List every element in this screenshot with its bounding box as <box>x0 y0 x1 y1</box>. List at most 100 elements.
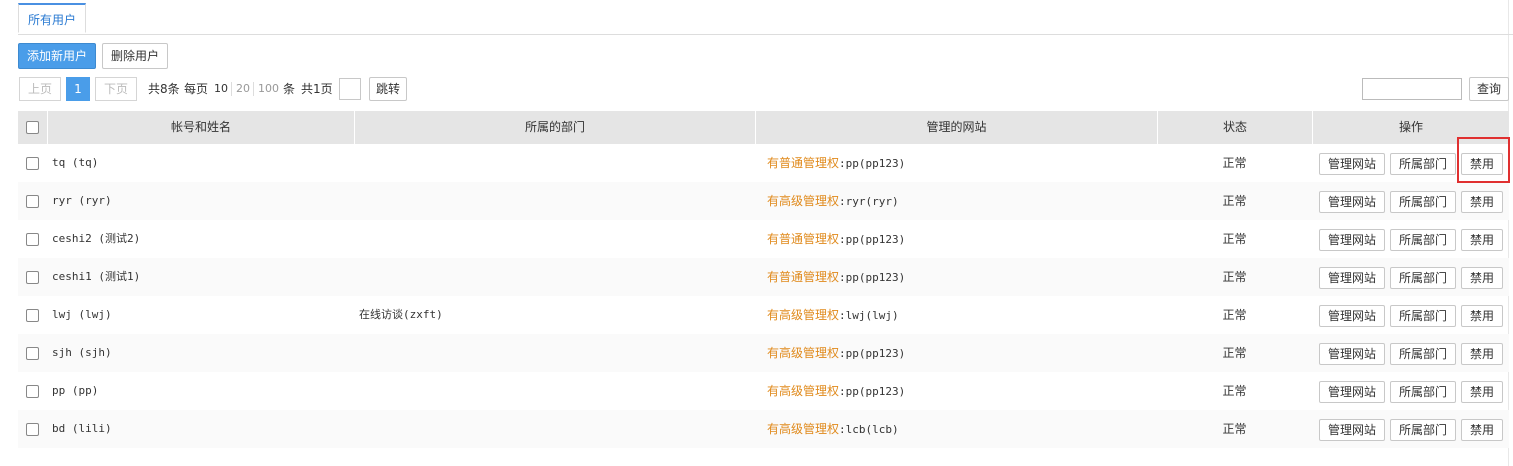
table-row: tq (tq) 有普通管理权:pp(pp123) 正常 管理网站 所属部门 禁用 <box>18 144 1509 182</box>
permission-label: 有普通管理权 <box>767 232 840 246</box>
sites-cell: 有高级管理权:pp(pp123) <box>767 372 905 410</box>
tab-bar: 所有用户 <box>18 3 1513 35</box>
pager-divider <box>253 82 254 96</box>
header-sites: 管理的网站 <box>755 111 1157 144</box>
department-cell: 在线访谈(zxft) <box>359 308 443 321</box>
status-cell: 正常 <box>1222 384 1247 398</box>
pager-total: 共8条 <box>148 82 180 96</box>
table-row: ryr (ryr) 有高级管理权:ryr(ryr) 正常 管理网站 所属部门 禁用 <box>18 182 1509 220</box>
department-button[interactable]: 所属部门 <box>1390 229 1456 251</box>
account-cell: ryr (ryr) <box>52 194 112 207</box>
status-cell: 正常 <box>1222 270 1247 284</box>
sites-cell: 有高级管理权:lwj(lwj) <box>767 296 899 334</box>
site-name: :lwj(lwj) <box>839 309 899 322</box>
header-actions: 操作 <box>1312 111 1509 144</box>
manage-sites-button[interactable]: 管理网站 <box>1319 153 1385 175</box>
sites-cell: 有高级管理权:lcb(lcb) <box>767 410 899 448</box>
permission-label: 有高级管理权 <box>767 384 840 398</box>
site-name: :pp(pp123) <box>839 271 906 284</box>
disable-button[interactable]: 禁用 <box>1461 153 1503 175</box>
site-name: :pp(pp123) <box>839 347 906 360</box>
disable-button[interactable]: 禁用 <box>1461 191 1503 213</box>
header-status: 状态 <box>1157 111 1312 144</box>
pager-per-page-label: 每页 <box>184 82 209 96</box>
status-cell: 正常 <box>1222 194 1247 208</box>
status-cell: 正常 <box>1222 232 1247 246</box>
account-cell: pp (pp) <box>52 384 99 397</box>
pager-next-button[interactable]: 下页 <box>95 77 137 101</box>
table-row: ceshi1 (测试1) 有普通管理权:pp(pp123) 正常 管理网站 所属部门 禁用 <box>18 258 1509 296</box>
permission-label: 有高级管理权 <box>767 308 840 322</box>
disable-button[interactable]: 禁用 <box>1461 305 1503 327</box>
disable-button[interactable]: 禁用 <box>1461 381 1503 403</box>
pager-pages: 共1页 <box>301 82 333 96</box>
account-cell: bd (lili) <box>52 422 112 435</box>
pager-divider <box>231 82 232 96</box>
row-checkbox[interactable] <box>26 385 39 398</box>
permission-label: 有普通管理权 <box>767 156 840 170</box>
department-button[interactable]: 所属部门 <box>1390 343 1456 365</box>
department-button[interactable]: 所属部门 <box>1390 191 1456 213</box>
manage-sites-button[interactable]: 管理网站 <box>1319 229 1385 251</box>
status-cell: 正常 <box>1222 308 1247 322</box>
table-row: bd (lili) 有高级管理权:lcb(lcb) 正常 管理网站 所属部门 禁用 <box>18 410 1509 448</box>
table-row: pp (pp) 有高级管理权:pp(pp123) 正常 管理网站 所属部门 禁用 <box>18 372 1509 410</box>
manage-sites-button[interactable]: 管理网站 <box>1319 343 1385 365</box>
select-all-checkbox[interactable] <box>26 121 39 134</box>
account-cell: ceshi2 (测试2) <box>52 232 141 245</box>
disable-button[interactable]: 禁用 <box>1461 419 1503 441</box>
status-cell: 正常 <box>1222 422 1247 436</box>
add-user-button[interactable]: 添加新用户 <box>18 43 96 69</box>
search-button[interactable]: 查询 <box>1469 77 1509 101</box>
pager-unit-label: 条 <box>283 82 296 96</box>
sites-cell: 有普通管理权:pp(pp123) <box>767 220 905 258</box>
row-checkbox[interactable] <box>26 233 39 246</box>
department-button[interactable]: 所属部门 <box>1390 419 1456 441</box>
disable-button[interactable]: 禁用 <box>1461 343 1503 365</box>
account-cell: tq (tq) <box>52 156 99 169</box>
pager-prev-button[interactable]: 上页 <box>19 77 61 101</box>
manage-sites-button[interactable]: 管理网站 <box>1319 381 1385 403</box>
row-checkbox[interactable] <box>26 195 39 208</box>
status-cell: 正常 <box>1222 346 1247 360</box>
header-select-cell <box>18 111 47 144</box>
table-row: ceshi2 (测试2) 有普通管理权:pp(pp123) 正常 管理网站 所属部门 禁用 <box>18 220 1509 258</box>
site-name: :pp(pp123) <box>839 385 906 398</box>
permission-label: 有高级管理权 <box>767 422 840 436</box>
table-header: 帐号和姓名 所属的部门 管理的网站 状态 操作 <box>18 111 1509 144</box>
row-checkbox[interactable] <box>26 347 39 360</box>
header-account: 帐号和姓名 <box>47 111 354 144</box>
jump-page-input[interactable] <box>339 78 361 100</box>
row-checkbox[interactable] <box>26 423 39 436</box>
search-input[interactable] <box>1362 78 1462 100</box>
department-button[interactable]: 所属部门 <box>1390 153 1456 175</box>
sites-cell: 有高级管理权:ryr(ryr) <box>767 182 899 220</box>
department-button[interactable]: 所属部门 <box>1390 381 1456 403</box>
manage-sites-button[interactable]: 管理网站 <box>1319 419 1385 441</box>
pager-size-20[interactable]: 20 <box>236 77 250 101</box>
row-checkbox[interactable] <box>26 309 39 322</box>
department-button[interactable]: 所属部门 <box>1390 305 1456 327</box>
manage-sites-button[interactable]: 管理网站 <box>1319 267 1385 289</box>
account-cell: ceshi1 (测试1) <box>52 270 141 283</box>
disable-button[interactable]: 禁用 <box>1461 267 1503 289</box>
delete-user-button[interactable]: 删除用户 <box>102 43 168 69</box>
account-cell: lwj (lwj) <box>52 308 112 321</box>
pager-size-10[interactable]: 10 <box>214 77 228 101</box>
manage-sites-button[interactable]: 管理网站 <box>1319 305 1385 327</box>
manage-sites-button[interactable]: 管理网站 <box>1319 191 1385 213</box>
sites-cell: 有普通管理权:pp(pp123) <box>767 144 905 182</box>
pager-size-100[interactable]: 100 <box>258 77 279 101</box>
tab-all-users[interactable]: 所有用户 <box>18 3 87 33</box>
department-button[interactable]: 所属部门 <box>1390 267 1456 289</box>
pager-current-page[interactable]: 1 <box>66 77 90 101</box>
permission-label: 有高级管理权 <box>767 346 840 360</box>
row-checkbox[interactable] <box>26 271 39 284</box>
jump-button[interactable]: 跳转 <box>369 77 407 101</box>
disable-button[interactable]: 禁用 <box>1461 229 1503 251</box>
permission-label: 有普通管理权 <box>767 270 840 284</box>
site-name: :ryr(ryr) <box>839 195 899 208</box>
site-name: :pp(pp123) <box>839 233 906 246</box>
row-checkbox[interactable] <box>26 157 39 170</box>
permission-label: 有高级管理权 <box>767 194 840 208</box>
